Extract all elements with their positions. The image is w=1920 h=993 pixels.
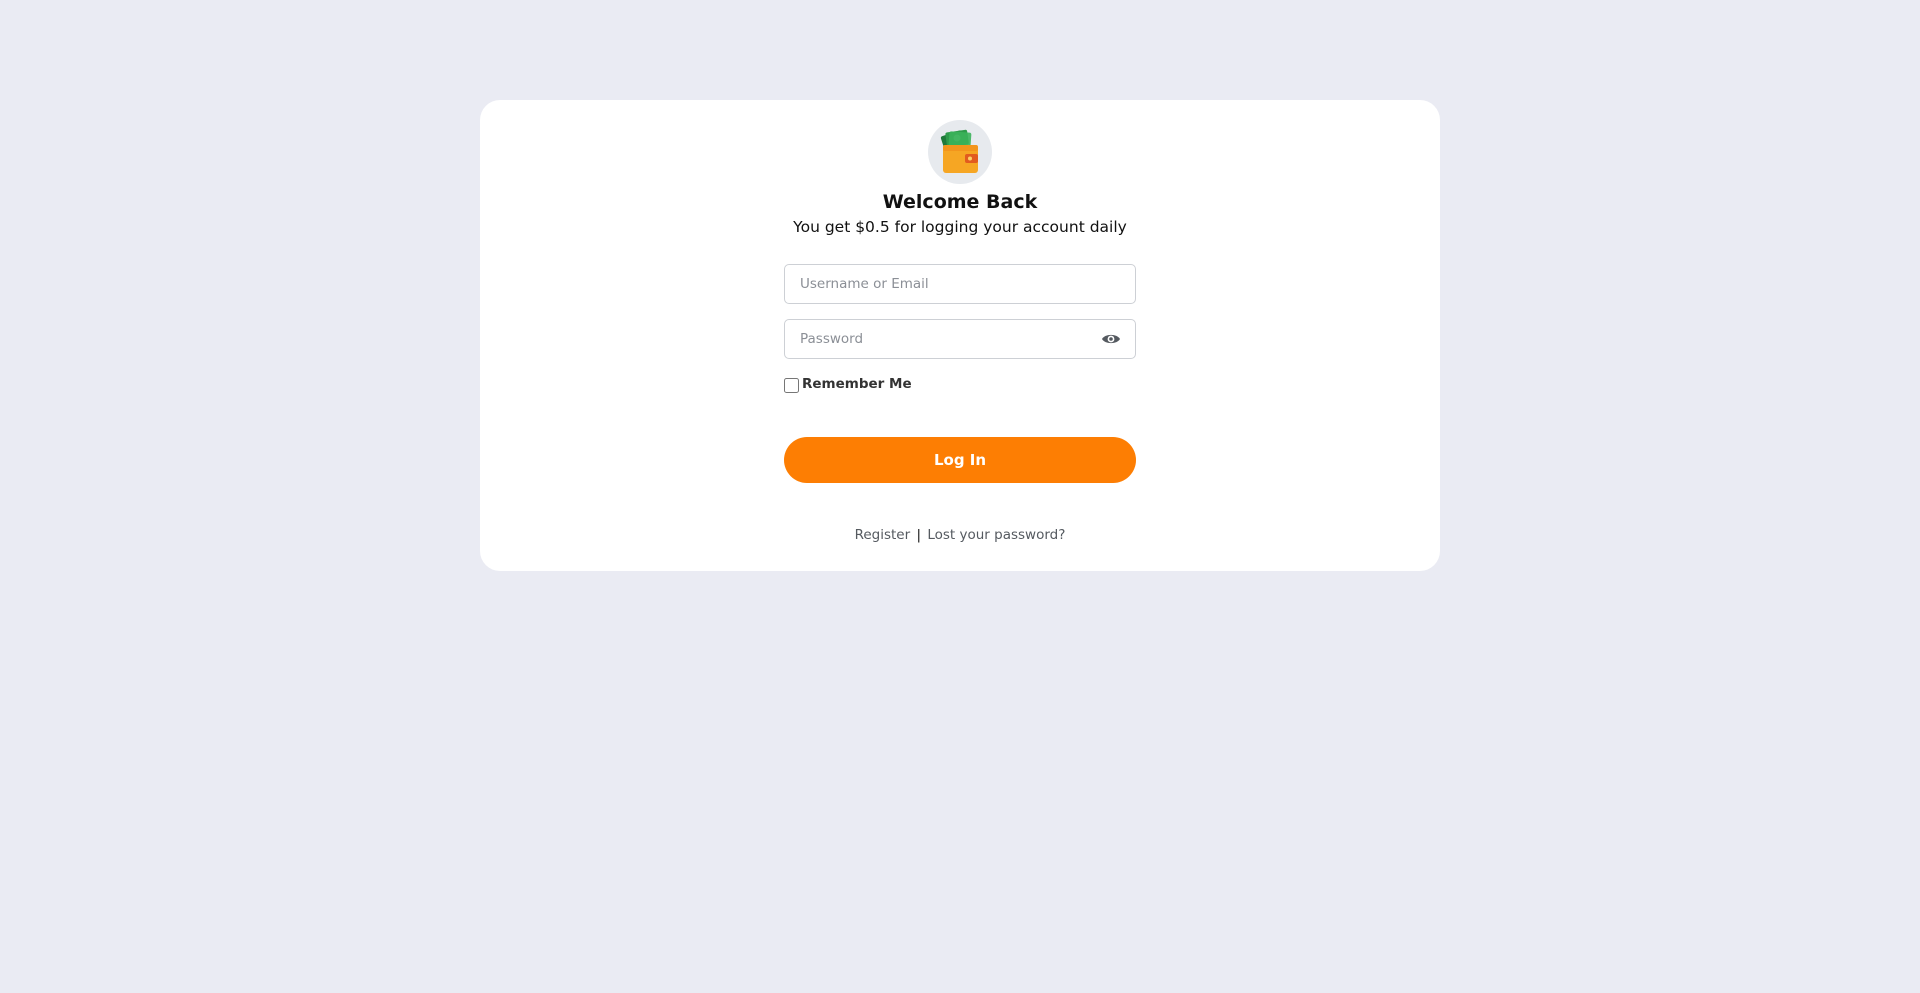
password-field-container: [784, 319, 1136, 359]
register-link[interactable]: Register: [855, 527, 911, 543]
page-title: Welcome Back: [882, 191, 1038, 213]
page-subtitle: You get $0.5 for logging your account da…: [793, 218, 1127, 236]
login-button[interactable]: Log In: [784, 437, 1136, 483]
login-card: Welcome Back You get $0.5 for logging yo…: [480, 100, 1440, 571]
remember-me-checkbox[interactable]: [784, 377, 799, 393]
username-input[interactable]: [785, 265, 1135, 303]
lost-password-link[interactable]: Lost your password?: [927, 527, 1065, 543]
username-field-container: [784, 264, 1136, 304]
eye-icon[interactable]: [1101, 331, 1121, 347]
password-input[interactable]: [785, 320, 1135, 358]
account-links: Register | Lost your password?: [480, 525, 1440, 545]
wallet-money-icon: [928, 120, 992, 184]
remember-me: Remember Me: [784, 375, 912, 393]
links-separator: |: [916, 527, 922, 543]
remember-me-label[interactable]: Remember Me: [802, 375, 912, 393]
